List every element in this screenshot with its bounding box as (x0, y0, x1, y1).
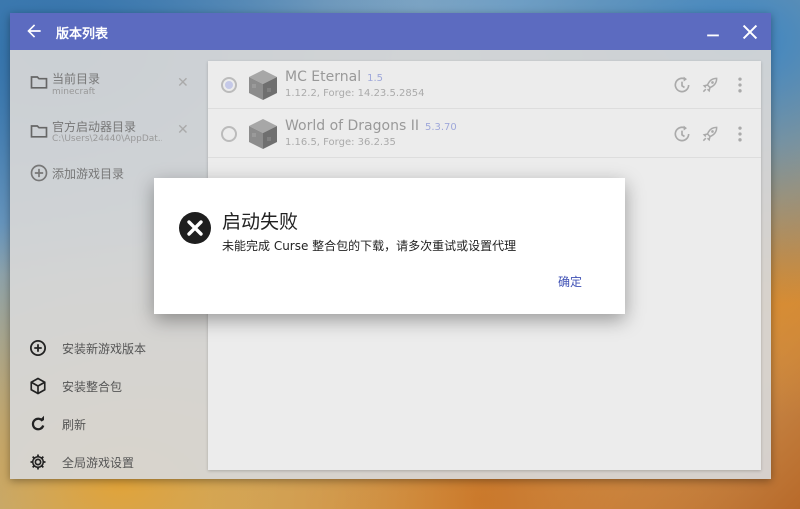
error-dialog: 启动失败 未能完成 Curse 整合包的下载，请多次重试或设置代理 确定 (154, 178, 625, 314)
dialog-message: 未能完成 Curse 整合包的下载，请多次重试或设置代理 (222, 239, 517, 253)
dialog-title: 启动失败 (222, 211, 299, 233)
error-x-icon (179, 212, 211, 244)
modal-overlay: 启动失败 未能完成 Curse 整合包的下载，请多次重试或设置代理 确定 (0, 0, 800, 509)
ok-button[interactable]: 确定 (558, 273, 582, 290)
